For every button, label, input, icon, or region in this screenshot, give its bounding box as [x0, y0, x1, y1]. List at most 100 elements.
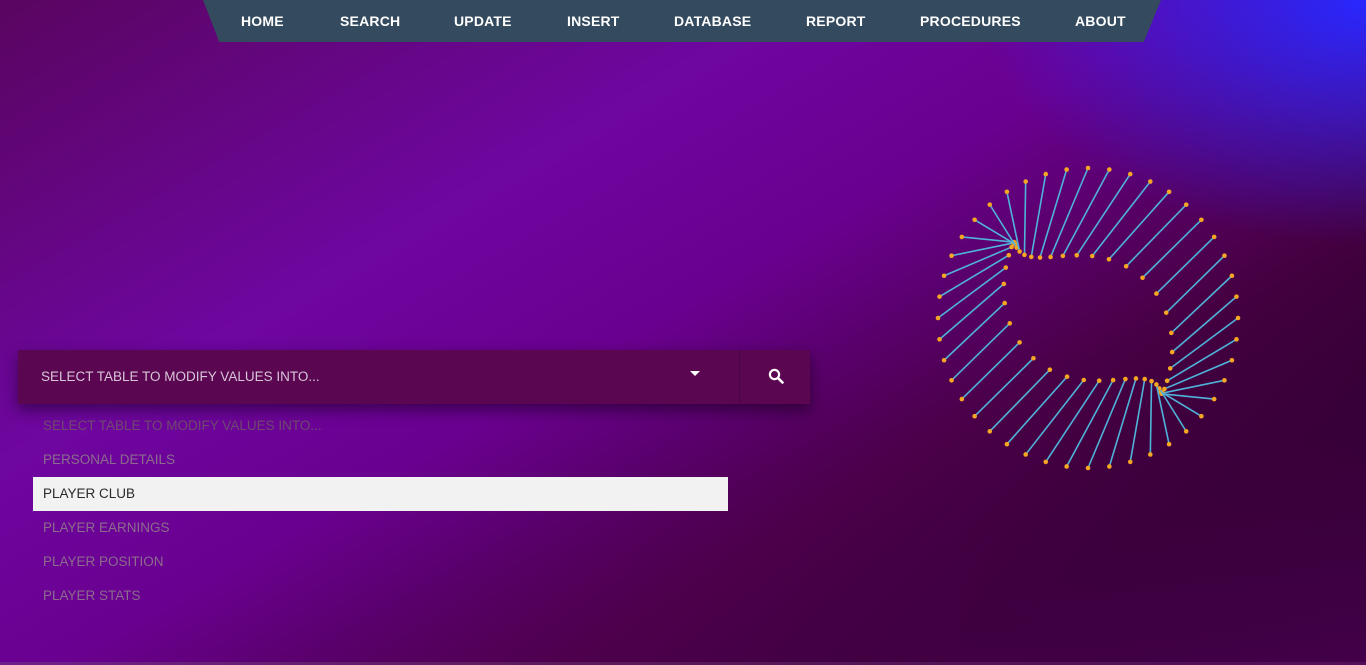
- ring-dot: [1031, 355, 1036, 361]
- nav-report[interactable]: REPORT: [806, 0, 866, 42]
- ring-dot: [1148, 179, 1153, 184]
- ring-dot: [1017, 249, 1022, 254]
- ring-dot: [1167, 366, 1173, 371]
- ring-dot: [1096, 378, 1102, 384]
- ring-dot: [1081, 377, 1087, 383]
- ring-dot: [1211, 234, 1217, 240]
- ring-dot: [1164, 378, 1170, 384]
- ring-line: [974, 357, 1035, 417]
- ring-dot: [935, 315, 941, 321]
- ring-dot: [1235, 315, 1241, 321]
- ring-dot: [1133, 376, 1139, 381]
- ring-dot: [1004, 441, 1010, 447]
- ring-dot: [1211, 396, 1217, 402]
- table-select[interactable]: SELECT TABLE TO MODIFY VALUES INTO...: [18, 350, 810, 404]
- option-personal-details[interactable]: PERSONAL DETAILS: [33, 443, 728, 477]
- ring-line: [1108, 191, 1170, 260]
- ring-dot: [949, 253, 954, 258]
- ring-dot: [1074, 252, 1080, 258]
- option-player-club[interactable]: PLAYER CLUB: [33, 477, 728, 511]
- ring-dot: [1022, 252, 1027, 258]
- ring-line: [1006, 376, 1068, 445]
- ring-dot: [1089, 253, 1095, 259]
- ring-dot: [1002, 300, 1007, 306]
- ring-dot: [1017, 340, 1022, 345]
- ring-dot: [972, 217, 977, 223]
- ring-dot: [941, 273, 947, 279]
- nav-update[interactable]: UPDATE: [454, 0, 512, 42]
- ring-dot: [1048, 254, 1053, 260]
- nav-procedures[interactable]: PROCEDURES: [920, 0, 1021, 42]
- ring-dot: [987, 429, 993, 434]
- ring-dot: [1123, 263, 1129, 269]
- ring-dot: [1085, 465, 1091, 471]
- ring-line: [1149, 381, 1153, 455]
- ring-dot: [1047, 367, 1053, 373]
- ring-dot: [1199, 217, 1204, 223]
- ring-dot: [1106, 257, 1112, 262]
- ring-dot: [1229, 357, 1235, 363]
- ring-dot: [937, 337, 942, 342]
- ring-dot: [1123, 376, 1128, 382]
- ring-dot: [1064, 374, 1070, 379]
- ring-line: [961, 341, 1021, 400]
- ring-line: [1155, 236, 1215, 295]
- ring-dot: [987, 202, 993, 207]
- ring-dot: [1166, 189, 1172, 195]
- ring-dot: [972, 413, 977, 419]
- nav-about[interactable]: ABOUT: [1075, 0, 1126, 42]
- ring-dot: [1229, 273, 1235, 279]
- ring-dot: [1166, 441, 1172, 447]
- nav-database[interactable]: DATABASE: [674, 0, 751, 42]
- ring-dot: [1234, 294, 1239, 299]
- ring-dot: [949, 378, 954, 383]
- ring-dot: [1037, 255, 1043, 260]
- search-button[interactable]: [740, 350, 810, 404]
- ring-dot: [1142, 376, 1148, 382]
- ring-dot: [1222, 378, 1227, 383]
- option-player-earnings[interactable]: PLAYER EARNINGS: [33, 511, 728, 545]
- caret-down-icon[interactable]: [690, 371, 700, 376]
- ring-dot: [1009, 244, 1014, 250]
- ring-dot: [1148, 452, 1153, 457]
- ring-dot: [1127, 171, 1133, 177]
- ring-dot: [1028, 254, 1034, 260]
- ring-dot: [1183, 202, 1189, 207]
- nav-search[interactable]: SEARCH: [340, 0, 400, 42]
- ring-dot: [1222, 253, 1227, 258]
- ring-dot: [937, 294, 942, 299]
- ring-line: [1162, 379, 1225, 394]
- ring-dot: [959, 396, 965, 402]
- ring-dot: [1006, 252, 1012, 258]
- ring-line: [1141, 219, 1202, 279]
- ring-dot: [941, 357, 947, 363]
- table-select-value: SELECT TABLE TO MODIFY VALUES INTO...: [41, 369, 320, 384]
- option-placeholder[interactable]: SELECT TABLE TO MODIFY VALUES INTO...: [33, 409, 728, 443]
- top-nav: HOME SEARCH UPDATE INSERT DATABASE REPOR…: [203, 0, 1161, 42]
- ring-dot: [1183, 429, 1189, 434]
- nav-insert[interactable]: INSERT: [567, 0, 620, 42]
- ring-dot: [1110, 377, 1116, 383]
- ring-dot: [1043, 459, 1049, 465]
- ring-dot: [1234, 337, 1239, 342]
- ring-dot: [1163, 310, 1169, 315]
- ring-dot: [1140, 275, 1145, 281]
- ring-line: [1165, 255, 1226, 314]
- ring-dot: [1154, 382, 1159, 387]
- table-select-options: SELECT TABLE TO MODIFY VALUES INTO... PE…: [33, 409, 728, 613]
- ring-line: [1170, 275, 1233, 334]
- ring-line: [1023, 181, 1027, 255]
- loading-circle-animation: [935, 165, 1241, 471]
- ring-dot: [959, 234, 965, 240]
- nav-home[interactable]: HOME: [241, 0, 284, 42]
- ring-dot: [1023, 452, 1028, 457]
- option-player-position[interactable]: PLAYER POSITION: [33, 545, 728, 579]
- ring-line: [950, 322, 1011, 381]
- ring-dot: [1060, 253, 1066, 259]
- ring-dot: [1169, 330, 1174, 336]
- option-player-stats[interactable]: PLAYER STATS: [33, 579, 728, 613]
- ring-dot: [1127, 459, 1133, 465]
- ring-dot: [1199, 413, 1204, 419]
- ring-dot: [1003, 265, 1009, 270]
- ring-dot: [1149, 378, 1154, 384]
